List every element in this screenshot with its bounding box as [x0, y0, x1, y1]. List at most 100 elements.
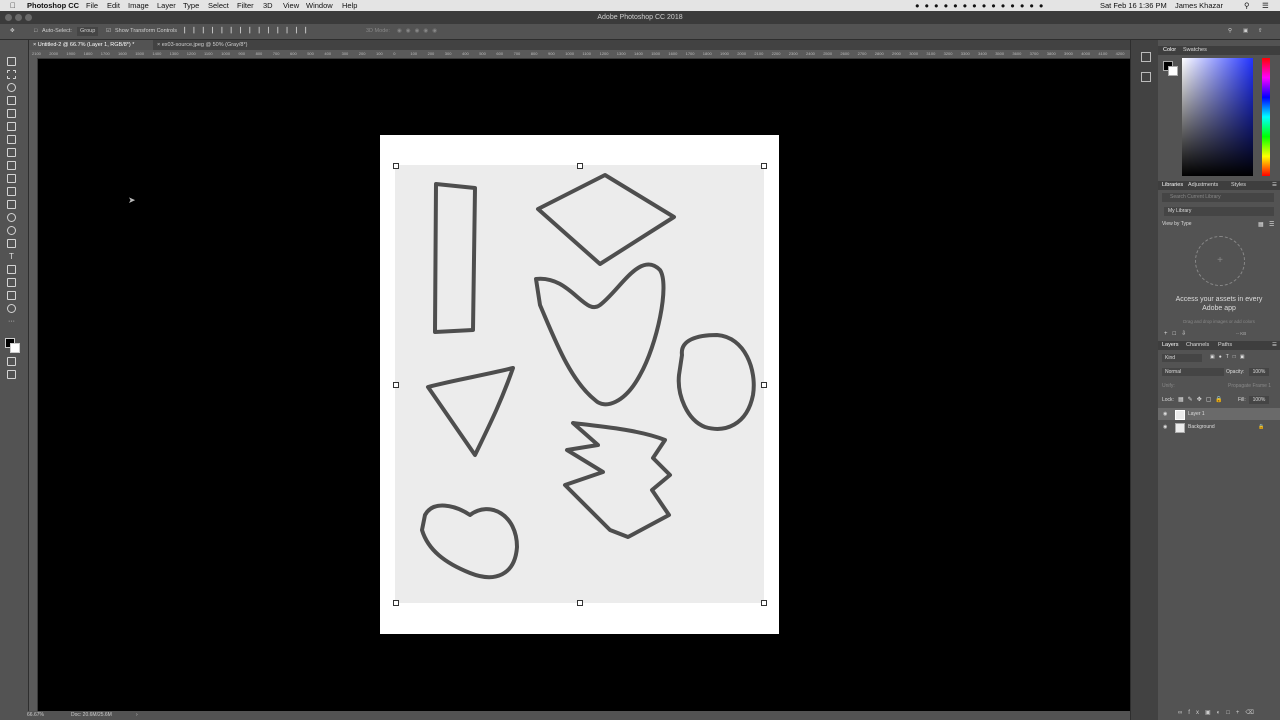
library-dropdown[interactable]: My Library — [1164, 207, 1274, 216]
align-icons[interactable]: ┃┃┃┃┃┃┃┃┃┃┃┃┃┃ — [183, 24, 313, 39]
tab-layers[interactable]: Layers — [1162, 341, 1179, 350]
gradient-tool[interactable] — [6, 199, 17, 209]
layer-row-layer-1[interactable]: ◉ Layer 1 — [1158, 408, 1280, 420]
visibility-eye-icon[interactable]: ◉ — [1163, 408, 1167, 420]
menu-filter[interactable]: Filter — [237, 0, 254, 11]
view-by-dropdown[interactable]: View by Type — [1162, 221, 1192, 227]
blend-mode-dropdown[interactable]: Normal — [1162, 368, 1224, 376]
transform-handle-tr[interactable] — [761, 163, 767, 169]
search-icon[interactable]: ⚲ — [1228, 24, 1232, 39]
eyedropper-tool[interactable] — [6, 121, 17, 131]
move-tool[interactable] — [6, 56, 17, 66]
layers-footer-icons[interactable]: ∞fx▣◐□+⌫ — [1178, 709, 1260, 716]
brush-tool[interactable] — [6, 147, 17, 157]
quick-select-tool[interactable] — [6, 95, 17, 105]
type-tool[interactable]: T — [6, 251, 17, 261]
transform-handle-tl[interactable] — [393, 163, 399, 169]
app-menu[interactable]: Photoshop CC — [27, 0, 79, 11]
menu-select[interactable]: Select — [208, 0, 229, 11]
tab-channels[interactable]: Channels — [1186, 341, 1209, 350]
menu-type[interactable]: Type — [183, 0, 199, 11]
hue-slider[interactable] — [1262, 58, 1270, 176]
menu-3d[interactable]: 3D — [263, 0, 273, 11]
tab-paths[interactable]: Paths — [1218, 341, 1232, 350]
share-icon[interactable]: ⇧ — [1258, 24, 1263, 39]
doc-size[interactable]: Doc: 20.6M/25.6M — [71, 711, 112, 720]
library-actions-icons[interactable]: +□⇩ — [1164, 330, 1191, 337]
3d-mode-icons[interactable]: ◉◉◉◉◉ — [397, 24, 441, 39]
tab-untitled-2[interactable]: × Untitled-2 @ 66.7% (Layer 1, RGB/8*) * — [29, 40, 153, 50]
clock[interactable]: Sat Feb 16 1:36 PM — [1100, 0, 1167, 11]
list-view-icon[interactable]: ☰ — [1269, 221, 1274, 228]
spotlight-icon[interactable]: ⚲ — [1244, 0, 1250, 11]
status-menu-icon[interactable]: › — [136, 711, 138, 720]
more-tools-icon[interactable]: ··· — [6, 316, 17, 326]
layer-filter-kind[interactable]: Kind — [1162, 354, 1202, 362]
tab-close-icon[interactable]: × — [157, 42, 160, 48]
tab-color[interactable]: Color — [1163, 46, 1176, 55]
tab-close-icon[interactable]: × — [33, 42, 36, 48]
menu-layer[interactable]: Layer — [157, 0, 176, 11]
fill-input[interactable]: 100% — [1249, 396, 1269, 404]
clone-stamp-tool[interactable] — [6, 160, 17, 170]
menu-view[interactable]: View — [283, 0, 299, 11]
status-icons[interactable]: ●●●●●●●●●●●●●● — [915, 0, 1048, 11]
layer-name[interactable]: Background — [1188, 421, 1215, 433]
transform-handle-l[interactable] — [393, 382, 399, 388]
propagate-frame-checkbox[interactable]: Propagate Frame 1 — [1228, 383, 1271, 389]
eraser-tool[interactable] — [6, 186, 17, 196]
marquee-tool[interactable] — [6, 69, 17, 79]
user-name[interactable]: James Khazar — [1175, 0, 1223, 11]
menu-window[interactable]: Window — [306, 0, 333, 11]
crop-tool[interactable] — [6, 108, 17, 118]
hand-tool[interactable] — [6, 290, 17, 300]
visibility-eye-icon[interactable]: ◉ — [1163, 421, 1167, 433]
tab-styles[interactable]: Styles — [1231, 181, 1246, 190]
zoom-level[interactable]: 66.67% — [27, 711, 44, 720]
pen-tool[interactable] — [6, 238, 17, 248]
lock-icons[interactable]: ▦✎✥▢🔒 — [1178, 396, 1227, 403]
auto-select-checkbox[interactable]: □ — [34, 24, 37, 39]
layers-menu-icon[interactable]: ☰ — [1272, 341, 1277, 350]
apple-icon[interactable]:  — [10, 0, 16, 11]
color-bg-swatch[interactable] — [1168, 66, 1178, 76]
transform-handle-r[interactable] — [761, 382, 767, 388]
opacity-input[interactable]: 100% — [1249, 368, 1269, 376]
rectangle-tool[interactable] — [6, 277, 17, 287]
screen-mode-tool[interactable] — [6, 369, 17, 379]
dodge-tool[interactable] — [6, 225, 17, 235]
menu-image[interactable]: Image — [128, 0, 149, 11]
layer-name[interactable]: Layer 1 — [1188, 408, 1205, 420]
tab-swatches[interactable]: Swatches — [1183, 46, 1207, 55]
lasso-tool[interactable] — [6, 82, 17, 92]
history-brush-tool[interactable] — [6, 173, 17, 183]
quick-mask-tool[interactable] — [6, 356, 17, 366]
tab-libraries[interactable]: Libraries — [1162, 181, 1183, 190]
show-transform-checkbox[interactable]: ☑ — [106, 24, 111, 39]
menu-edit[interactable]: Edit — [107, 0, 120, 11]
healing-brush-tool[interactable] — [6, 134, 17, 144]
tab-ex03-source[interactable]: × ex03-source.jpeg @ 50% (Gray/8*) — [153, 40, 251, 50]
menu-help[interactable]: Help — [342, 0, 357, 11]
blur-tool[interactable] — [6, 212, 17, 222]
zoom-tool[interactable] — [6, 303, 17, 313]
grid-view-icon[interactable]: ▦ — [1258, 221, 1264, 228]
layer-filter-icons[interactable]: ▣●T□▣ — [1210, 354, 1249, 360]
color-picker-field[interactable] — [1182, 58, 1253, 176]
move-tool-icon[interactable]: ✥ — [10, 24, 15, 39]
background-color-swatch[interactable] — [10, 343, 20, 353]
transform-handle-t[interactable] — [577, 163, 583, 169]
group-dropdown[interactable]: Group — [77, 27, 99, 36]
transform-handle-b[interactable] — [577, 600, 583, 606]
panel-menu-icon[interactable]: ☰ — [1272, 181, 1277, 190]
add-asset-icon[interactable]: + — [1195, 236, 1245, 286]
tab-adjustments[interactable]: Adjustments — [1188, 181, 1218, 190]
menu-file[interactable]: File — [86, 0, 98, 11]
workspace-icon[interactable]: ▣ — [1243, 24, 1248, 39]
transform-handle-bl[interactable] — [393, 600, 399, 606]
transform-handle-br[interactable] — [761, 600, 767, 606]
history-panel-icon[interactable] — [1141, 52, 1151, 62]
library-search-input[interactable]: Search Current Library — [1162, 193, 1274, 202]
layer-1-image[interactable] — [395, 165, 764, 603]
path-select-tool[interactable] — [6, 264, 17, 274]
